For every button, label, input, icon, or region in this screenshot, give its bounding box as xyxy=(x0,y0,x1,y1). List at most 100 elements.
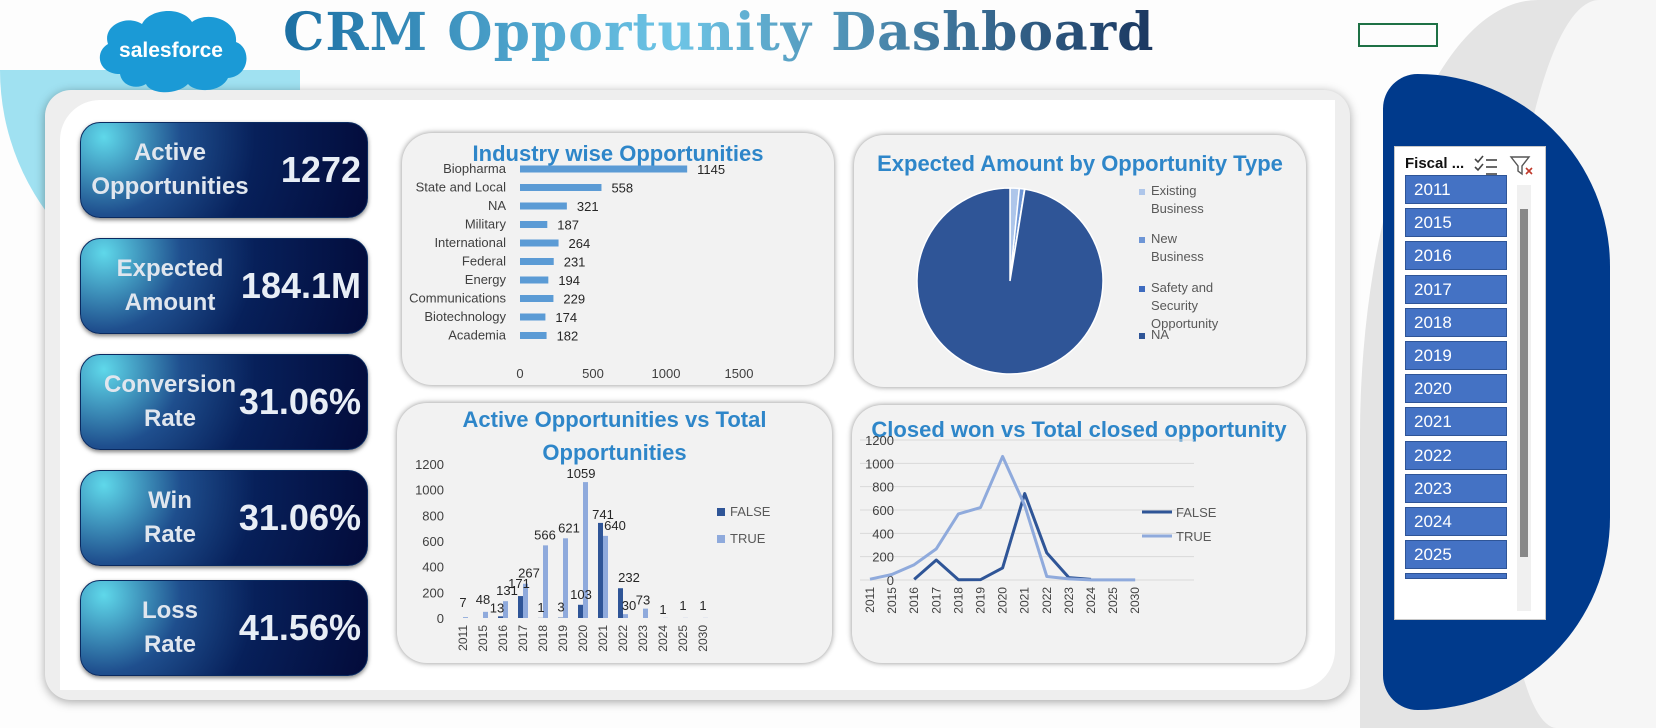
slicer-item-2019[interactable]: 2019 xyxy=(1405,341,1507,370)
data-label: 1 xyxy=(537,600,544,615)
column-true xyxy=(623,614,628,618)
x-tick-label: 2021 xyxy=(596,625,610,652)
kpi-value: 41.56% xyxy=(238,607,361,648)
bar xyxy=(520,202,567,210)
data-label: 267 xyxy=(518,566,540,581)
data-label: 229 xyxy=(563,292,585,307)
kpi-conversion-rate: Conversion Rate 31.06% xyxy=(80,354,368,450)
dashboard: salesforce CRM Opportunity Dashboard Act… xyxy=(0,0,1656,728)
closed-won-line-chart: 020040060080010001200FALSETRUE2011 2015 20… xyxy=(860,433,1217,614)
x-tick-label: 2015 xyxy=(885,587,899,614)
kpi-label: Loss Rate xyxy=(141,597,198,658)
active-vs-total-chart-card: Active Opportunities vs Total Opportunit… xyxy=(397,403,832,663)
data-label: 1 xyxy=(699,598,706,613)
y-tick-label: 600 xyxy=(872,503,894,518)
y-tick-label: 1200 xyxy=(415,457,444,472)
slicer-item-2022[interactable]: 2022 xyxy=(1405,440,1507,470)
data-label: 48 xyxy=(476,592,490,607)
industry-chart-card: Industry wise Opportunities Biopharma 114… xyxy=(402,133,834,385)
x-tick-label: 2018 xyxy=(951,587,965,614)
data-label: 103 xyxy=(570,587,592,602)
multi-select-icon[interactable] xyxy=(1473,155,1499,177)
data-label: 566 xyxy=(534,527,556,542)
legend-label: Safety and Security Opportunity xyxy=(1151,280,1219,331)
y-tick-label: 800 xyxy=(422,508,444,523)
y-tick-label: 200 xyxy=(872,550,894,565)
legend-label: TRUE xyxy=(1176,529,1212,544)
bar xyxy=(520,295,554,302)
slicer-item-2018[interactable]: 2018 xyxy=(1405,307,1507,337)
data-label: 1059 xyxy=(567,466,596,481)
x-tick-label: 1000 xyxy=(652,366,681,381)
data-label: 7 xyxy=(459,595,466,610)
x-tick-label: 2015 xyxy=(476,625,490,652)
legend-label: FALSE xyxy=(1176,505,1217,520)
category-label: NA xyxy=(488,198,506,213)
bar xyxy=(520,184,602,191)
x-tick-label: 2030 xyxy=(696,625,710,652)
data-label: 231 xyxy=(564,255,586,270)
x-tick-label: 2021 xyxy=(1018,587,1032,614)
kpi-value: 31.06% xyxy=(238,497,361,538)
legend-swatch xyxy=(1139,189,1145,195)
slicer-item-2016[interactable]: 2016 xyxy=(1405,241,1507,271)
y-tick-label: 1000 xyxy=(865,456,894,471)
slicer-item-2021[interactable]: 2021 xyxy=(1405,407,1507,437)
y-tick-label: 800 xyxy=(872,480,894,495)
data-label: 174 xyxy=(555,310,577,325)
x-tick-label: 2030 xyxy=(1128,587,1142,614)
slicer-item-2011[interactable]: 2011 xyxy=(1405,175,1507,204)
pie-slice xyxy=(916,187,1104,375)
column-true xyxy=(643,608,648,618)
data-label: 73 xyxy=(636,593,650,608)
line-series-true xyxy=(869,454,1136,582)
category-label: Energy xyxy=(465,272,507,287)
category-label: Biotechnology xyxy=(424,309,506,324)
bar xyxy=(520,258,554,265)
column-true xyxy=(463,617,468,618)
slicer-item-2025[interactable]: 2025 xyxy=(1405,540,1507,570)
slicer-item-2015[interactable]: 2015 xyxy=(1405,208,1507,238)
data-label: 232 xyxy=(618,570,640,585)
legend-swatch xyxy=(717,535,725,543)
column-true xyxy=(483,611,488,618)
category-label: Communications xyxy=(409,291,506,306)
slicer-item-2020[interactable]: 2020 xyxy=(1405,374,1507,404)
opportunity-type-pie-chart: Existing Business New Business Safety and Sec… xyxy=(916,183,1219,375)
x-tick-label: 2019 xyxy=(974,587,988,614)
clear-filter-icon[interactable] xyxy=(1509,155,1535,177)
data-label: 3 xyxy=(557,600,564,615)
y-tick-label: 0 xyxy=(437,611,444,626)
selected-cell[interactable] xyxy=(1358,23,1438,47)
legend-label: Existing Business xyxy=(1151,183,1204,216)
slicer-item-2017[interactable]: 2017 xyxy=(1405,274,1507,304)
legend-label: NA xyxy=(1151,327,1169,342)
x-tick-label: 2017 xyxy=(516,625,530,652)
slicer-scrollbar-thumb[interactable] xyxy=(1520,209,1528,557)
line-series-false xyxy=(913,492,1092,582)
legend-swatch xyxy=(1139,286,1145,292)
y-tick-label: 400 xyxy=(422,560,444,575)
kpi-win-rate: Win Rate 31.06% xyxy=(80,470,368,566)
bar xyxy=(520,313,546,321)
category-label: Federal xyxy=(462,254,506,269)
legend-label: New Business xyxy=(1151,231,1204,264)
slicer-item-partial[interactable] xyxy=(1405,573,1507,580)
bar xyxy=(520,332,547,339)
x-tick-label: 2023 xyxy=(636,625,650,652)
category-label: State and Local xyxy=(416,180,506,195)
data-label: 13 xyxy=(490,600,504,615)
data-label: 182 xyxy=(557,329,579,344)
bar xyxy=(520,239,559,247)
x-tick-label: 2016 xyxy=(496,625,510,652)
x-tick-label: 1500 xyxy=(725,366,754,381)
logo-text: salesforce xyxy=(119,39,223,62)
x-tick-label: 2018 xyxy=(536,625,550,652)
slicer-item-2023[interactable]: 2023 xyxy=(1405,473,1507,503)
data-label: 194 xyxy=(558,273,580,288)
closed-won-chart-card: Closed won vs Total closed opportunity 0… xyxy=(852,405,1306,663)
slicer-item-2024[interactable]: 2024 xyxy=(1405,507,1507,536)
x-tick-label: 2022 xyxy=(1040,587,1054,614)
column-true xyxy=(603,535,608,618)
x-tick-label: 2024 xyxy=(1084,587,1098,614)
